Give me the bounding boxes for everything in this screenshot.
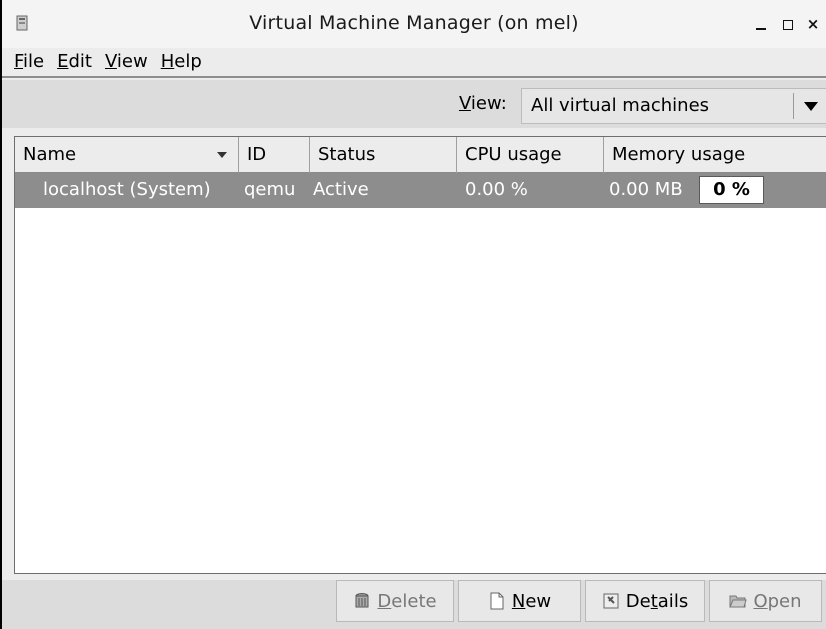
- folder-open-icon: [729, 595, 748, 608]
- action-button-bar: Delete New Details Open: [2, 580, 826, 629]
- table-row[interactable]: localhost (System) qemu Active 0.00 % 0.…: [15, 173, 826, 208]
- view-filter-dropdown[interactable]: All virtual machines: [521, 88, 826, 124]
- menu-edit[interactable]: Edit: [51, 48, 99, 76]
- details-button[interactable]: Details: [585, 580, 705, 622]
- list-header: Name ID Status CPU usage Memory usage: [15, 137, 826, 173]
- properties-icon: [603, 593, 619, 609]
- column-header-id[interactable]: ID: [239, 137, 310, 173]
- close-icon[interactable]: ×: [806, 17, 820, 32]
- maximize-icon[interactable]: [780, 17, 794, 31]
- menu-bar: File Edit View Help: [2, 48, 826, 78]
- main-window: Virtual Machine Manager (on mel) × File …: [0, 0, 826, 629]
- title-bar[interactable]: Virtual Machine Manager (on mel) ×: [2, 0, 826, 48]
- menu-help[interactable]: Help: [155, 48, 209, 76]
- details-button-label: Details: [625, 590, 689, 612]
- minimize-icon[interactable]: [754, 17, 768, 31]
- new-document-icon: [490, 592, 504, 610]
- chevron-down-icon[interactable]: [804, 102, 818, 111]
- column-header-cpu[interactable]: CPU usage: [457, 137, 604, 173]
- row-status: Active: [313, 179, 369, 200]
- view-filter-bar: View: All virtual machines: [2, 80, 826, 128]
- memory-usage-bar: 0 %: [699, 176, 764, 204]
- vm-list[interactable]: Name ID Status CPU usage Memory usage lo…: [14, 136, 826, 574]
- column-header-status[interactable]: Status: [310, 137, 457, 173]
- view-filter-label: View:: [459, 93, 507, 114]
- trash-icon: [355, 593, 369, 608]
- window-title: Virtual Machine Manager (on mel): [249, 12, 579, 34]
- open-button-label: Open: [753, 590, 802, 612]
- row-name: localhost (System): [43, 179, 211, 200]
- view-filter-value: All virtual machines: [531, 95, 710, 116]
- new-button-label: New: [511, 590, 552, 612]
- row-cpu: 0.00 %: [465, 179, 528, 200]
- dropdown-separator: [793, 93, 794, 119]
- menu-file[interactable]: File: [8, 48, 51, 76]
- sort-descending-icon: [217, 152, 227, 158]
- delete-button[interactable]: Delete: [336, 580, 454, 622]
- column-header-name[interactable]: Name: [15, 137, 239, 173]
- open-button[interactable]: Open: [709, 580, 822, 622]
- column-header-memory[interactable]: Memory usage: [604, 137, 826, 173]
- new-button[interactable]: New: [458, 580, 581, 622]
- window-controls: ×: [754, 14, 820, 34]
- delete-button-label: Delete: [377, 590, 437, 612]
- menu-view[interactable]: View: [99, 48, 155, 76]
- row-memory: 0.00 MB: [609, 179, 683, 200]
- row-id: qemu: [244, 179, 296, 200]
